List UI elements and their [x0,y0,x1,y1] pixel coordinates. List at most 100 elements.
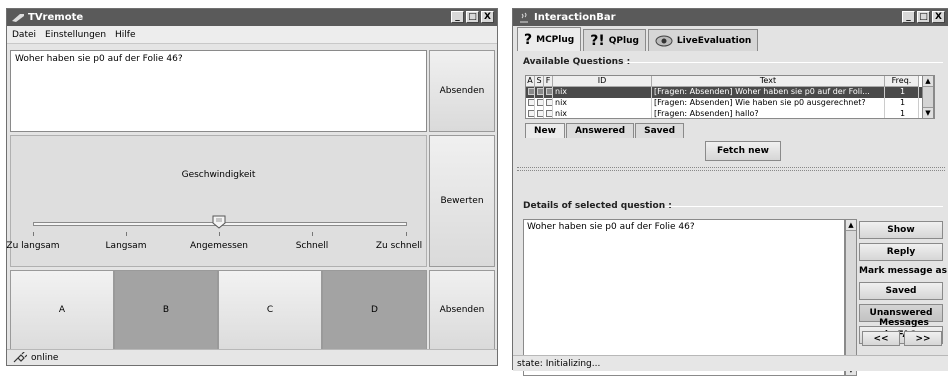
group-divider [625,62,943,63]
table-row[interactable]: nix [Fragen: Absenden] Woher haben sie p… [526,87,934,98]
column-header-text[interactable]: Text [652,76,885,87]
row-freq: 1 [885,109,919,118]
tab-mcplug[interactable]: ? MCPlug [517,27,582,51]
question-mark-icon: ? [524,31,533,48]
plugin-tabs: ? MCPlug ?! QPlug LiveEvaluation [517,27,759,51]
question-exclamation-icon: ?! [590,32,605,49]
tick-label-zu-schnell: Zu schnell [375,241,423,251]
row-id: nix [553,98,652,109]
column-header-s[interactable]: S [535,76,544,87]
eye-icon [655,35,673,46]
menu-einstellungen[interactable]: Einstellungen [45,30,106,40]
close-button[interactable]: X [932,11,945,23]
saved-checkbox[interactable] [537,99,543,106]
tvremote-titlebar[interactable]: TVremote _ □ X [7,9,497,26]
questions-scrollbar[interactable]: ▲ ▼ [922,75,934,119]
row-text: [Fragen: Absenden] Woher haben sie p0 au… [652,87,885,98]
column-header-id[interactable]: ID [553,76,652,87]
splitter-handle[interactable] [517,167,945,171]
next-message-button[interactable]: >> [904,331,942,346]
group-divider [665,206,943,207]
scroll-up-icon[interactable]: ▲ [923,76,933,87]
mark-saved-button[interactable]: Saved [859,282,943,300]
fetch-new-button[interactable]: Fetch new [705,141,781,161]
row-text: [Fragen: Absenden] Wie haben sie p0 ausg… [652,98,885,109]
status-text: state: Initializing... [517,358,601,369]
rate-button[interactable]: Bewerten [429,135,495,267]
menu-hilfe[interactable]: Hilfe [115,30,135,40]
answered-checkbox[interactable] [528,99,534,106]
speed-slider-thumb[interactable] [212,215,226,229]
row-text: [Fragen: Absenden] hallo? [652,109,885,118]
table-header: A S F ID Text Freq. [526,76,934,87]
tab-liveevaluation[interactable]: LiveEvaluation [647,29,759,51]
speed-label: Geschwindigkeit [181,170,256,180]
maximize-button[interactable]: □ [466,11,479,23]
tab-new[interactable]: New [525,123,565,138]
send-question-button[interactable]: Absenden [429,50,495,132]
interactionbar-titlebar[interactable]: InteractionBar _ □ X [513,9,948,26]
java-icon [520,12,528,23]
faq-checkbox[interactable] [546,110,552,117]
tvremote-window: TVremote _ □ X Datei Einstellungen Hilfe… [6,8,498,366]
slider-tick [33,232,34,236]
column-header-f[interactable]: F [544,76,553,87]
table-row[interactable]: nix [Fragen: Absenden] hallo? 1 [526,109,934,118]
minimize-button[interactable]: _ [902,11,915,23]
status-text: online [31,352,59,363]
question-detail-textarea[interactable]: Woher haben sie p0 auf der Folie 46? [523,219,845,376]
choice-c-button[interactable]: C [218,270,322,350]
show-button[interactable]: Show [859,221,943,239]
question-textarea[interactable]: Woher haben sie p0 auf der Folie 46? [10,50,427,132]
row-freq: 1 [885,87,919,98]
plug-icon [13,352,27,363]
column-header-freq[interactable]: Freq. [885,76,919,87]
detail-scrollbar[interactable]: ▲ ▼ [845,219,857,376]
question-filter-tabs: New Answered Saved [525,123,685,138]
tab-saved[interactable]: Saved [635,123,685,138]
answered-checkbox[interactable] [528,110,534,117]
slider-tick [126,232,127,236]
column-header-a[interactable]: A [526,76,535,87]
send-choice-button[interactable]: Absenden [429,270,495,350]
choice-a-button[interactable]: A [10,270,114,350]
status-bar: online [7,349,497,365]
menubar: Datei Einstellungen Hilfe [7,26,497,44]
maximize-button[interactable]: □ [917,11,930,23]
previous-message-button[interactable]: << [862,331,900,346]
tick-label-angemessen: Angemessen [189,241,249,251]
details-title: Details of selected question : [523,201,672,211]
choice-d-button[interactable]: D [322,270,427,350]
slider-tick [219,232,220,236]
tab-label: QPlug [608,35,639,46]
window-title: InteractionBar [534,12,616,23]
slider-tick [406,232,407,236]
saved-checkbox[interactable] [537,110,543,117]
row-freq: 1 [885,98,919,109]
tab-qplug[interactable]: ?! QPlug [583,29,646,51]
reply-button[interactable]: Reply [859,243,943,261]
faq-checkbox[interactable] [546,88,552,95]
status-bar: state: Initializing... [513,355,948,371]
interactionbar-window: InteractionBar _ □ X ? MCPlug ?! QPlug L… [512,8,948,376]
saved-checkbox[interactable] [537,88,543,95]
close-button[interactable]: X [481,11,494,23]
tab-answered[interactable]: Answered [565,123,635,138]
row-id: nix [553,109,652,118]
questions-table: A S F ID Text Freq. nix [Fragen: Absende… [525,75,935,119]
speed-panel: Geschwindigkeit Zu langsam Langsam Angem… [6,135,427,267]
answered-checkbox[interactable] [528,88,534,95]
faq-checkbox[interactable] [546,99,552,106]
scroll-down-icon[interactable]: ▼ [923,107,933,118]
tick-label-schnell: Schnell [295,241,329,251]
mark-message-label: Mark message as [859,266,947,276]
scroll-up-icon[interactable]: ▲ [846,220,856,231]
choice-b-button[interactable]: B [114,270,218,350]
available-questions-title: Available Questions : [523,57,631,67]
table-row[interactable]: nix [Fragen: Absenden] Wie haben sie p0 … [526,98,934,109]
tick-label-langsam: Langsam [105,241,147,251]
slider-tick [312,232,313,236]
remote-icon [12,14,24,22]
menu-datei[interactable]: Datei [12,30,36,40]
minimize-button[interactable]: _ [451,11,464,23]
